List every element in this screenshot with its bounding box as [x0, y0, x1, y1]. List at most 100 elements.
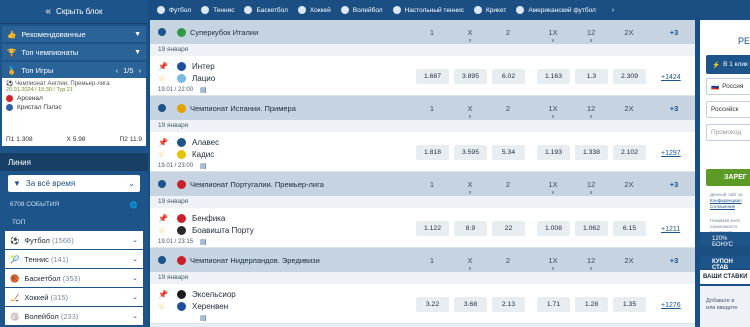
odd-button[interactable]: 6.15 — [613, 221, 646, 236]
tab-cricket[interactable]: Крикет — [474, 6, 506, 14]
stats-icon[interactable]: ▤ — [200, 162, 207, 170]
favorite-star-icon[interactable]: ☆ — [158, 226, 165, 235]
championship-header[interactable]: Суперкубок Италии 1 Xv 2 1X v 12 v 2X +3 — [150, 20, 695, 44]
tennis-icon: 🎾 — [10, 254, 20, 264]
odd-button[interactable]: 3.595 — [454, 145, 487, 160]
odd-button[interactable]: 2.102 — [613, 145, 646, 160]
featured-odd-x[interactable]: X 5.98 — [67, 136, 86, 143]
pin-icon[interactable]: 📌 — [158, 138, 168, 147]
pin-icon[interactable]: 📌 — [158, 214, 168, 223]
stats-icon[interactable]: ▤ — [200, 314, 207, 322]
odd-button[interactable]: 1.818 — [416, 145, 449, 160]
sport-item-hockey[interactable]: 🏒 Хоккей (315) ⌄ — [5, 288, 143, 306]
more-markets-link[interactable]: +1297 — [661, 150, 681, 157]
odd-button[interactable]: 6.02 — [492, 69, 525, 84]
team2-name: Лацио — [192, 74, 216, 83]
odd-button[interactable]: 1.35 — [613, 297, 646, 312]
pin-icon[interactable]: 📌 — [158, 290, 168, 299]
odd-button[interactable]: 1.163 — [537, 69, 570, 84]
odd-button[interactable]: 1.71 — [537, 297, 570, 312]
team2-name: Кадис — [192, 150, 215, 159]
privacy-note: Данный сайт за Конфиденциал соглашение — [710, 192, 743, 209]
column-header: X — [467, 28, 473, 37]
championship-name: Суперкубок Италии — [190, 28, 259, 37]
column-header[interactable]: +3 — [655, 256, 693, 265]
tab-american-football[interactable]: Американский футбол — [516, 6, 596, 14]
odd-button[interactable]: 1.122 — [416, 221, 449, 236]
stats-icon[interactable]: ▤ — [200, 86, 207, 94]
pin-icon[interactable]: 📌 — [158, 62, 168, 71]
hide-block-button[interactable]: « Скрыть блок — [0, 0, 148, 24]
odd-button[interactable]: 1.193 — [537, 145, 570, 160]
currency-select[interactable]: Российск — [706, 101, 750, 118]
register-button[interactable]: ЗАРЕГ — [706, 169, 750, 186]
country-flag-icon — [177, 256, 186, 265]
odd-button[interactable]: 1.3 — [575, 69, 608, 84]
favorite-star-icon[interactable]: ☆ — [158, 302, 165, 311]
odd-button[interactable]: 22 — [492, 221, 525, 236]
bet-coupon-header[interactable]: КУПОН СТАВ — [700, 256, 750, 271]
favorite-star-icon[interactable]: ☆ — [158, 150, 165, 159]
privacy-link[interactable]: Конфиденциал — [710, 198, 742, 203]
one-click-tab[interactable]: ⚡ В 1 клик — [706, 55, 750, 74]
odd-button[interactable]: 5.34 — [492, 145, 525, 160]
tabs-next-icon[interactable]: › — [612, 7, 614, 14]
tab-hockey[interactable]: Хоккей — [297, 6, 331, 14]
odd-button[interactable]: 3.68 — [454, 297, 487, 312]
column-header[interactable]: +3 — [655, 104, 693, 113]
featured-game-card[interactable]: ⚽ Чемпионат Англии. Премьер-лига 20.01.2… — [2, 78, 146, 146]
next-icon[interactable]: › — [139, 66, 142, 75]
chevron-left-icon: « — [45, 6, 52, 17]
tab-volleyball[interactable]: Волейбол — [340, 6, 383, 14]
match-time: 19.01 / 22:00 — [158, 87, 194, 93]
odd-button[interactable]: 8.9 — [454, 221, 487, 236]
your-bets-tab[interactable]: ВАШИ СТАВКИ — [700, 270, 750, 284]
tab-football[interactable]: Футбол — [157, 6, 191, 14]
featured-odd-p2[interactable]: П2 11.9 — [120, 136, 142, 143]
featured-odd-p1[interactable]: П1 1.308 — [6, 136, 33, 143]
sport-item-basketball[interactable]: 🏀 Баскетбол (353) ⌄ — [5, 269, 143, 287]
bonus-banner[interactable]: 120% БОНУС — [700, 232, 750, 248]
match-row[interactable]: 📌 ☆ Алавес Кадис 19.01 / 23:00 ▤ +1297 1… — [150, 132, 695, 172]
period-select[interactable]: ▼ За всё время ⌄ — [8, 175, 140, 192]
sport-item-football[interactable]: ⚽ Футбол (1566) ⌄ — [5, 231, 143, 249]
tab-basketball[interactable]: Баскетбол — [244, 6, 288, 14]
championship-header[interactable]: Чемпионат Португалии. Премьер-лига 1Xv21… — [150, 172, 695, 196]
match-row[interactable]: 📌 ☆ Бенфика Боавишта Порту 19.01 / 23:15… — [150, 208, 695, 248]
prev-icon[interactable]: ‹ — [116, 66, 119, 75]
odd-button[interactable]: 1.338 — [575, 145, 608, 160]
top-championships-label: Топ чемпионаты — [21, 47, 79, 57]
odd-button[interactable]: 1.687 — [416, 69, 449, 84]
championship-header[interactable]: Чемпионат Испании. Примера 1 Xv 2 1X v 12 v 2X +… — [150, 96, 695, 120]
odd-button[interactable]: 3.22 — [416, 297, 449, 312]
basketball-icon — [244, 6, 253, 14]
odd-button[interactable]: 1.008 — [537, 221, 570, 236]
stats-icon[interactable]: ▤ — [200, 238, 207, 246]
tab-table-tennis[interactable]: Настольный теннис — [392, 6, 464, 14]
favorite-star-icon[interactable]: ☆ — [158, 74, 165, 83]
match-row[interactable]: 📌 ☆ Эксельсиор Херенвен ▤ +1276 3.22 3.68… — [150, 284, 695, 324]
top-championships-section[interactable]: 🏆 Топ чемпионаты ▼ — [2, 44, 146, 60]
column-header[interactable]: +3 — [655, 28, 693, 37]
odd-button[interactable]: 2.309 — [613, 69, 646, 84]
odd-button[interactable]: 1.062 — [575, 221, 608, 236]
odd-button[interactable]: 3.895 — [454, 69, 487, 84]
column-header[interactable]: +3 — [655, 180, 693, 189]
odd-button[interactable]: 1.28 — [575, 297, 608, 312]
globe-icon[interactable]: 🌐 — [130, 201, 138, 209]
medal-icon: 🏅 — [7, 65, 17, 75]
tab-tennis[interactable]: Теннис — [201, 6, 234, 14]
recommended-section[interactable]: 👍 Рекомендованные ▼ — [2, 26, 146, 42]
sport-item-tennis[interactable]: 🎾 Теннис (141) ⌄ — [5, 250, 143, 268]
more-markets-link[interactable]: +1424 — [661, 74, 681, 81]
top-games-section[interactable]: 🏅 Топ Игры ‹ 1/5 › — [2, 62, 146, 78]
match-row[interactable]: 📌 ☆ Интер Лацио 19.01 / 22:00 ▤ +1424 1.… — [150, 56, 695, 96]
sport-item-volleyball[interactable]: 🏐 Волейбол (233) ⌄ — [5, 307, 143, 325]
country-select[interactable]: 🇷🇺 Россия — [706, 78, 750, 95]
championship-header[interactable]: Чемпионат Нидерландов. Эредивизи 1 Xv 2 1X v… — [150, 248, 695, 272]
odd-button[interactable]: 2.13 — [492, 297, 525, 312]
promo-input[interactable]: Промокод — [706, 124, 750, 141]
more-markets-link[interactable]: +1276 — [661, 302, 681, 309]
agreement-link[interactable]: соглашение — [710, 204, 735, 209]
more-markets-link[interactable]: +1211 — [661, 226, 680, 233]
